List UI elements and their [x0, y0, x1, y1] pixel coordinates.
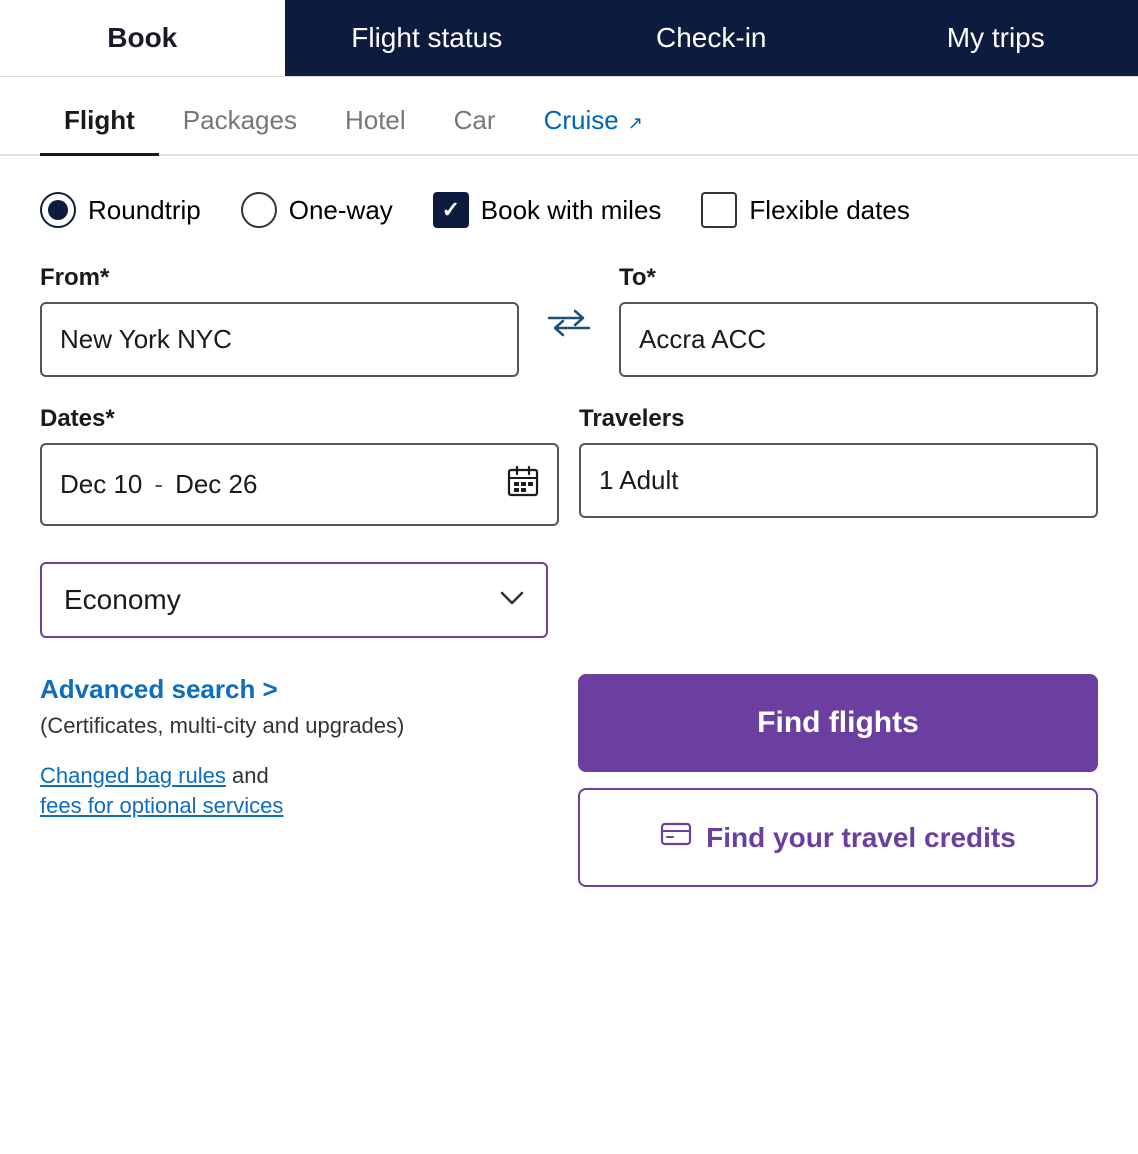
chevron-down-icon: [500, 587, 524, 613]
to-field-group: To*: [619, 264, 1098, 377]
top-nav: Book Flight status Check-in My trips: [0, 0, 1138, 77]
tab-cruise[interactable]: Cruise ↗: [520, 87, 667, 154]
dates-field-group: Dates* Dec 10 - Dec 26: [40, 405, 559, 526]
calendar-icon[interactable]: [507, 465, 539, 504]
nav-flight-status[interactable]: Flight status: [285, 0, 570, 76]
credits-icon: [660, 818, 692, 857]
bottom-right: Find flights Find your travel credits: [578, 674, 1098, 887]
external-link-icon: ↗: [623, 113, 643, 133]
nav-check-in[interactable]: Check-in: [569, 0, 854, 76]
nav-my-trips[interactable]: My trips: [854, 0, 1138, 76]
book-with-miles-option[interactable]: Book with miles: [433, 192, 662, 228]
from-input[interactable]: [40, 302, 519, 377]
from-field-group: From*: [40, 264, 519, 377]
cabin-value: Economy: [64, 584, 181, 616]
tab-packages[interactable]: Packages: [159, 87, 321, 154]
travelers-label: Travelers: [579, 405, 1098, 433]
flexible-dates-checkbox[interactable]: [701, 192, 737, 228]
swap-button[interactable]: [539, 308, 599, 338]
dates-input[interactable]: Dec 10 - Dec 26: [40, 443, 559, 526]
cabin-select[interactable]: Economy: [40, 562, 548, 638]
sub-nav: Flight Packages Hotel Car Cruise ↗: [0, 87, 1138, 156]
departure-date: Dec 10: [60, 469, 142, 500]
dates-label: Dates*: [40, 405, 559, 433]
advanced-search-link[interactable]: Advanced search >: [40, 674, 558, 705]
book-with-miles-checkbox[interactable]: [433, 192, 469, 228]
travelers-input[interactable]: [579, 443, 1098, 518]
from-to-row: From* To*: [40, 264, 1098, 377]
bag-rules-row: Changed bag rules and fees for optional …: [40, 763, 558, 819]
advanced-search-sublabel: (Certificates, multi-city and upgrades): [40, 713, 558, 739]
tab-hotel[interactable]: Hotel: [321, 87, 430, 154]
to-input[interactable]: [619, 302, 1098, 377]
bottom-left: Advanced search > (Certificates, multi-c…: [40, 674, 558, 819]
roundtrip-option[interactable]: Roundtrip: [40, 192, 201, 228]
bag-rules-and: and: [226, 763, 269, 788]
roundtrip-radio[interactable]: [40, 192, 76, 228]
fees-link[interactable]: fees for optional services: [40, 793, 558, 819]
bag-rules-link[interactable]: Changed bag rules: [40, 763, 226, 788]
tab-car[interactable]: Car: [430, 87, 520, 154]
cabin-row: Economy: [40, 562, 1098, 638]
flexible-dates-option[interactable]: Flexible dates: [701, 192, 909, 228]
tab-flight[interactable]: Flight: [40, 87, 159, 154]
dates-travelers-row: Dates* Dec 10 - Dec 26: [40, 405, 1098, 526]
return-date: Dec 26: [175, 469, 257, 500]
nav-book[interactable]: Book: [0, 0, 285, 76]
travel-credits-label: Find your travel credits: [706, 822, 1016, 854]
booking-form: Roundtrip One-way Book with miles Flexib…: [0, 156, 1138, 917]
travelers-field-group: Travelers: [579, 405, 1098, 518]
oneway-option[interactable]: One-way: [241, 192, 393, 228]
trip-type-row: Roundtrip One-way Book with miles Flexib…: [40, 192, 1098, 228]
roundtrip-label: Roundtrip: [88, 195, 201, 226]
flexible-dates-label: Flexible dates: [749, 195, 909, 226]
travel-credits-button[interactable]: Find your travel credits: [578, 788, 1098, 887]
to-label: To*: [619, 264, 1098, 292]
book-with-miles-label: Book with miles: [481, 195, 662, 226]
oneway-label: One-way: [289, 195, 393, 226]
find-flights-button[interactable]: Find flights: [578, 674, 1098, 772]
date-separator: -: [154, 469, 163, 500]
oneway-radio[interactable]: [241, 192, 277, 228]
bottom-area: Advanced search > (Certificates, multi-c…: [40, 674, 1098, 887]
from-label: From*: [40, 264, 519, 292]
